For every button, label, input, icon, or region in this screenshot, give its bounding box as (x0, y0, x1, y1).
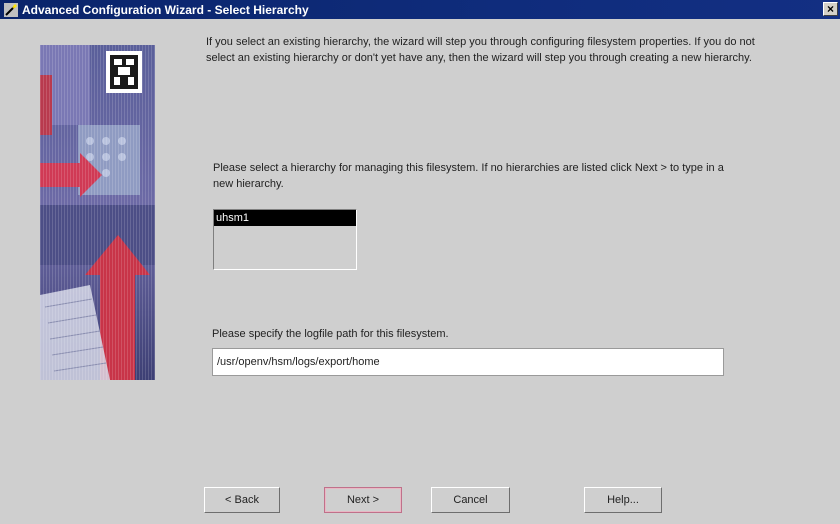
hierarchy-list[interactable]: uhsm1 (213, 209, 357, 270)
wizard-wand-icon (4, 2, 18, 17)
cancel-button[interactable]: Cancel (431, 487, 510, 513)
title-bar[interactable]: Advanced Configuration Wizard - Select H… (0, 0, 840, 19)
cancel-button-label: Cancel (453, 494, 488, 506)
logfile-prompt: Please specify the logfile path for this… (212, 328, 449, 340)
intro-text: If you select an existing hierarchy, the… (206, 36, 755, 64)
window-title: Advanced Configuration Wizard - Select H… (22, 2, 309, 17)
close-button[interactable]: × (823, 2, 838, 16)
hierarchy-list-item[interactable]: uhsm1 (214, 210, 356, 226)
product-logo (106, 51, 142, 93)
wizard-banner-graphic (40, 45, 155, 380)
close-icon: × (826, 2, 834, 16)
next-button-label: Next > (346, 494, 380, 506)
logfile-path-input[interactable] (212, 348, 724, 376)
next-button[interactable]: Next > (324, 487, 402, 513)
hierarchy-prompt: Please select a hierarchy for managing t… (213, 162, 724, 190)
help-button[interactable]: Help... (584, 487, 662, 513)
back-button-label: < Back (225, 494, 259, 506)
wizard-dialog: Advanced Configuration Wizard - Select H… (0, 0, 840, 524)
help-button-label: Help... (607, 494, 639, 506)
back-button[interactable]: < Back (204, 487, 280, 513)
